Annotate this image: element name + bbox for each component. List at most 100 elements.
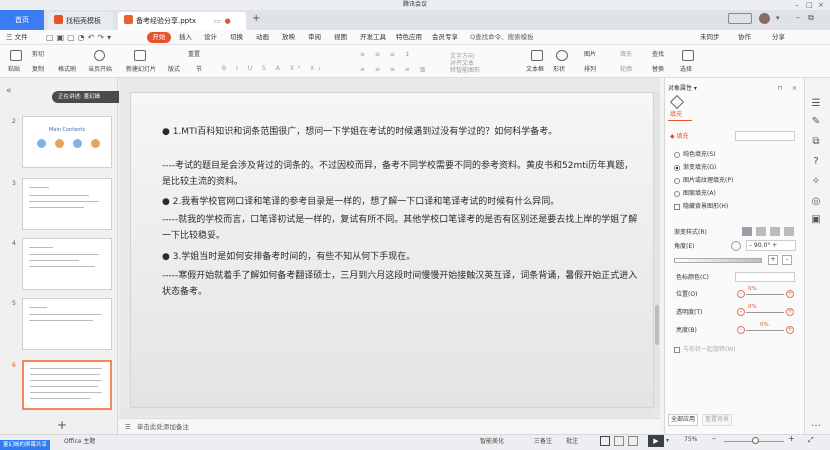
- paste-button[interactable]: 粘贴: [8, 66, 20, 74]
- more-icon[interactable]: …: [810, 418, 822, 430]
- color-stop-dropdown[interactable]: [735, 272, 795, 282]
- slide-paragraph-1[interactable]: ● 1.MTI百科知识和词条范围很广，想问一下学姐在考试的时候遇到过没有学过的？…: [162, 124, 640, 140]
- select-button[interactable]: 选择: [680, 66, 692, 74]
- angle-dial-icon[interactable]: [731, 241, 741, 251]
- gradient-style-radial[interactable]: [756, 227, 766, 236]
- apply-all-button[interactable]: 全部应用: [668, 414, 698, 426]
- position-minus[interactable]: –: [737, 290, 745, 298]
- menu-developer[interactable]: 开发工具: [360, 32, 386, 43]
- app-minimize-icon[interactable]: –: [796, 13, 800, 22]
- slideshow-menu-icon[interactable]: ▾: [666, 437, 669, 444]
- normal-view-icon[interactable]: [600, 436, 610, 446]
- panel-title[interactable]: 对象属性 ▾: [668, 84, 697, 93]
- font-format-icons[interactable]: B I U S A X² X₂: [222, 65, 325, 73]
- zoom-out-button[interactable]: –: [712, 434, 716, 443]
- gradient-style-path[interactable]: [784, 227, 794, 236]
- new-tab-button[interactable]: +: [252, 13, 260, 24]
- command-search[interactable]: Q查找命令、搜索模板: [470, 32, 534, 43]
- slide-thumbnail-4[interactable]: [22, 238, 112, 290]
- smart-beautify-button[interactable]: 智能美化: [480, 436, 504, 445]
- slide-paragraph-3[interactable]: ● 2.我看学校官网口译和笔译的参考目录是一样的，想了解一下口译和笔译考试的时候…: [162, 194, 640, 210]
- tab-fill[interactable]: 填充: [670, 110, 682, 119]
- section-button[interactable]: 节: [196, 66, 202, 74]
- new-slide-icon[interactable]: [134, 50, 146, 61]
- tab-template[interactable]: 找稻壳模板: [48, 12, 113, 30]
- menu-member[interactable]: 会员专享: [432, 32, 458, 43]
- brightness-minus[interactable]: –: [737, 326, 745, 334]
- menu-review[interactable]: 审阅: [308, 32, 321, 43]
- position-plus[interactable]: +: [786, 290, 794, 298]
- option-hide-bg[interactable]: 隐藏背景图形(H): [683, 202, 728, 211]
- notes-bar[interactable]: ☰ 单击此处添加备注: [119, 418, 660, 434]
- tab-home[interactable]: 首页: [0, 10, 44, 30]
- panel-pin-icon[interactable]: ⊓: [778, 84, 783, 93]
- collapse-panel-icon[interactable]: «: [6, 86, 12, 96]
- collaborate-button[interactable]: 协作: [738, 32, 751, 43]
- gradient-style-linear[interactable]: [742, 227, 752, 236]
- animation-icon[interactable]: ✧: [810, 176, 822, 188]
- brightness-slider[interactable]: [746, 330, 784, 331]
- gradient-style-rect[interactable]: [770, 227, 780, 236]
- smart-art-button[interactable]: 转智能图形: [450, 67, 480, 75]
- paragraph-icons[interactable]: ≡ ≡ ≡ ↕: [360, 51, 414, 59]
- menu-slideshow[interactable]: 放映: [282, 32, 295, 43]
- format-painter-button[interactable]: 格式刷: [58, 66, 76, 74]
- design-icon[interactable]: ✎: [810, 116, 822, 128]
- zoom-in-button[interactable]: +: [788, 434, 795, 443]
- align-icons[interactable]: ≡ ≡ ≡ ≡ ▥: [360, 66, 429, 74]
- slide-paragraph-4[interactable]: -----就我的学校而言，口笔译初试是一样的，复试有所不同。其他学校口笔译考的是…: [162, 212, 640, 244]
- radio-picture-fill[interactable]: [674, 178, 680, 184]
- horizontal-scrollbar[interactable]: [120, 408, 654, 416]
- transparency-minus[interactable]: –: [737, 308, 745, 316]
- option-gradient-fill[interactable]: 渐变填充(G): [683, 163, 716, 172]
- angle-input[interactable]: – 90.0° +: [746, 240, 796, 251]
- maximize-icon[interactable]: □: [806, 0, 813, 10]
- option-solid-fill[interactable]: 纯色填充(S): [683, 150, 716, 159]
- sorter-view-icon[interactable]: [614, 436, 624, 446]
- app-restore-icon[interactable]: ⧉: [808, 13, 814, 23]
- minimize-icon[interactable]: –: [795, 0, 799, 10]
- panel-close-icon[interactable]: ×: [792, 84, 797, 93]
- radio-solid-fill[interactable]: [674, 152, 680, 158]
- new-slide-button[interactable]: 新建幻灯片: [126, 66, 156, 74]
- layout-switch-icon[interactable]: [728, 13, 752, 24]
- tab-document[interactable]: 备考经验分享.pptx ▭ ●: [118, 12, 246, 30]
- picture-button[interactable]: 图片: [584, 51, 596, 59]
- rotate-with-shape-label[interactable]: 与形状一起旋转(W): [683, 345, 736, 354]
- checkbox-rotate-with-shape[interactable]: [674, 347, 680, 353]
- add-stop-icon[interactable]: +: [768, 255, 778, 265]
- slide-paragraph-2[interactable]: ----考试的题目是会涉及背过的词条的。不过因校而异，备考不同学校需要不同的参考…: [162, 158, 640, 190]
- menu-view[interactable]: 视图: [334, 32, 347, 43]
- find-button[interactable]: 查找: [652, 51, 664, 59]
- cloud-icon[interactable]: ▣: [810, 214, 822, 226]
- fit-window-icon[interactable]: ⤢: [808, 436, 814, 445]
- menu-design[interactable]: 设计: [204, 32, 217, 43]
- add-slide-button[interactable]: +: [57, 418, 67, 432]
- notes-placeholder[interactable]: 单击此处添加备注: [137, 423, 189, 431]
- reset-background-button[interactable]: 重置背景: [702, 414, 732, 426]
- select-icon[interactable]: [682, 50, 694, 61]
- notes-toggle-button[interactable]: 三备注: [534, 436, 552, 445]
- properties-icon[interactable]: ☰: [810, 98, 822, 110]
- zoom-percent[interactable]: 75%: [684, 436, 697, 443]
- arrange-button[interactable]: 排列: [584, 66, 596, 74]
- textbox-button[interactable]: 文本框: [526, 66, 544, 74]
- shape-icon[interactable]: [556, 50, 568, 61]
- close-icon[interactable]: ×: [818, 0, 824, 10]
- zoom-slider-handle[interactable]: [752, 437, 759, 444]
- option-picture-fill[interactable]: 图片或纹理填充(P): [683, 176, 733, 185]
- play-icon[interactable]: [94, 50, 105, 61]
- menu-file[interactable]: 三 文件: [6, 32, 28, 43]
- slide-paragraph-5[interactable]: ● 3.学姐当时是如何安排备考时间的，有些不知从何下手现在。: [162, 249, 640, 265]
- slide-thumbnail-2[interactable]: Main Contents: [22, 116, 112, 168]
- radio-gradient-fill[interactable]: [674, 165, 680, 171]
- option-pattern-fill[interactable]: 图案填充(A): [683, 189, 716, 198]
- fill-button[interactable]: 填充: [620, 51, 632, 59]
- gradient-bar[interactable]: [674, 258, 762, 263]
- menu-transition[interactable]: 切换: [230, 32, 243, 43]
- reset-button[interactable]: 重置: [188, 51, 200, 59]
- menu-start[interactable]: 开始: [147, 32, 171, 43]
- outline-button[interactable]: 轮廓: [620, 66, 632, 74]
- sync-status[interactable]: 未同步: [700, 32, 720, 43]
- layout-button[interactable]: 版式: [168, 66, 180, 74]
